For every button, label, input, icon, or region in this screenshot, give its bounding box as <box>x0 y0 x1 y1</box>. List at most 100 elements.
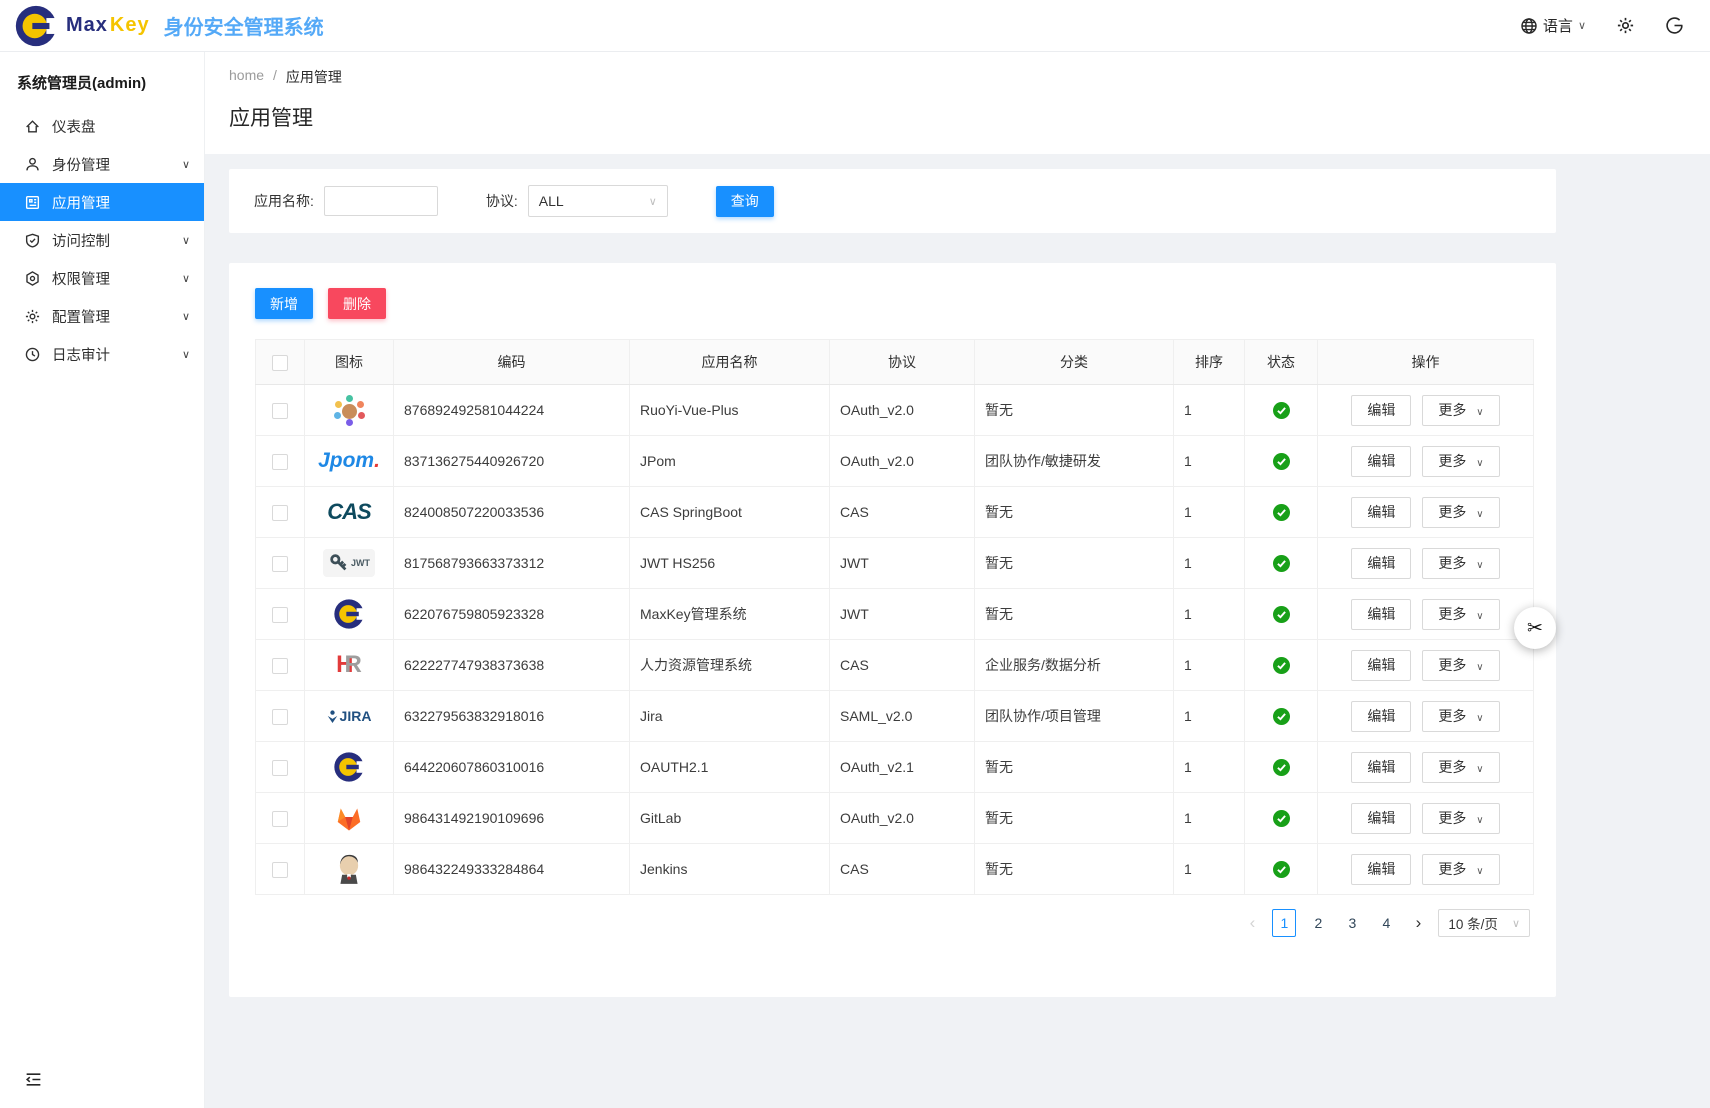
chevron-down-icon: ∨ <box>182 158 190 171</box>
app-code: 876892492581044224 <box>394 385 630 436</box>
select-all-header <box>256 340 305 385</box>
app-category: 暂无 <box>975 538 1174 589</box>
app-code: 622227747938373638 <box>394 640 630 691</box>
permission-icon <box>24 270 41 287</box>
row-checkbox[interactable] <box>272 811 288 827</box>
edit-button[interactable]: 编辑 <box>1351 803 1411 834</box>
page-3-button[interactable]: 3 <box>1340 909 1364 937</box>
edit-button[interactable]: 编辑 <box>1351 548 1411 579</box>
more-button[interactable]: 更多 ∨ <box>1422 599 1499 630</box>
row-checkbox[interactable] <box>272 454 288 470</box>
more-button[interactable]: 更多 ∨ <box>1422 752 1499 783</box>
column-header: 应用名称 <box>630 340 830 385</box>
menu-fold-icon <box>24 1070 43 1089</box>
edit-button[interactable]: 编辑 <box>1351 446 1411 477</box>
row-checkbox[interactable] <box>272 556 288 572</box>
app-protocol: OAuth_v2.0 <box>830 385 975 436</box>
app-protocol: OAuth_v2.0 <box>830 793 975 844</box>
logout-icon[interactable] <box>1665 16 1684 35</box>
page-1-button[interactable]: 1 <box>1272 909 1296 937</box>
row-checkbox[interactable] <box>272 709 288 725</box>
applications-table: 图标编码应用名称协议分类排序状态操作 876892492581044224Ruo… <box>255 339 1534 895</box>
row-checkbox[interactable] <box>272 505 288 521</box>
sidebar-item-6[interactable]: 日志审计∨ <box>0 335 204 373</box>
collapse-sidebar-button[interactable] <box>24 1070 43 1094</box>
brand-subtitle: 身份安全管理系统 <box>164 11 324 40</box>
ruoyi-logo-icon <box>305 385 393 435</box>
more-button[interactable]: 更多 ∨ <box>1422 701 1499 732</box>
brand-max: Max <box>66 14 108 37</box>
language-selector[interactable]: 语言 ∨ <box>1520 15 1586 36</box>
row-checkbox[interactable] <box>272 607 288 623</box>
chevron-down-icon: ∨ <box>649 195 657 208</box>
app-status <box>1245 538 1318 589</box>
more-button[interactable]: 更多 ∨ <box>1422 650 1499 681</box>
app-protocol: CAS <box>830 640 975 691</box>
table-row: JWT817568793663373312JWT HS256JWT暂无1编辑更多… <box>256 538 1534 589</box>
app-sort: 1 <box>1174 385 1245 436</box>
app-status <box>1245 589 1318 640</box>
app-name: Jira <box>630 691 830 742</box>
app-protocol: CAS <box>830 844 975 895</box>
more-button[interactable]: 更多 ∨ <box>1422 854 1499 885</box>
app-sort: 1 <box>1174 640 1245 691</box>
app-code: 622076759805923328 <box>394 589 630 640</box>
sidebar-item-1[interactable]: 身份管理∨ <box>0 145 204 183</box>
sidebar-item-0[interactable]: 仪表盘 <box>0 107 204 145</box>
globe-icon <box>1520 17 1538 35</box>
add-button[interactable]: 新增 <box>255 288 313 319</box>
edit-button[interactable]: 编辑 <box>1351 854 1411 885</box>
edit-button[interactable]: 编辑 <box>1351 599 1411 630</box>
edit-button[interactable]: 编辑 <box>1351 497 1411 528</box>
sidebar-item-2[interactable]: 应用管理 <box>0 183 204 221</box>
row-checkbox[interactable] <box>272 862 288 878</box>
app-code: 817568793663373312 <box>394 538 630 589</box>
row-checkbox[interactable] <box>272 658 288 674</box>
breadcrumb-home[interactable]: home <box>229 67 264 87</box>
row-checkbox[interactable] <box>272 760 288 776</box>
next-page-button[interactable]: › <box>1408 913 1428 933</box>
app-header: Max Key 身份安全管理系统 语言 ∨ <box>0 0 1710 52</box>
settings-icon <box>24 308 41 325</box>
sidebar-item-3[interactable]: 访问控制∨ <box>0 221 204 259</box>
edit-button[interactable]: 编辑 <box>1351 650 1411 681</box>
column-header: 编码 <box>394 340 630 385</box>
app-name-label: 应用名称: <box>254 191 314 211</box>
page-4-button[interactable]: 4 <box>1374 909 1398 937</box>
search-button[interactable]: 查询 <box>716 186 774 217</box>
edit-button[interactable]: 编辑 <box>1351 701 1411 732</box>
app-status <box>1245 691 1318 742</box>
page-size-select[interactable]: 10 条/页∨ <box>1438 909 1530 937</box>
sidebar-item-5[interactable]: 配置管理∨ <box>0 297 204 335</box>
prev-page-button[interactable]: ‹ <box>1242 913 1262 933</box>
app-name-input[interactable] <box>324 186 438 216</box>
edit-button[interactable]: 编辑 <box>1351 752 1411 783</box>
table-row: JIRA632279563832918016JiraSAML_v2.0团队协作/… <box>256 691 1534 742</box>
more-button[interactable]: 更多 ∨ <box>1422 548 1499 579</box>
more-button[interactable]: 更多 ∨ <box>1422 497 1499 528</box>
hr-logo-icon: HR <box>305 640 393 690</box>
sidebar-item-4[interactable]: 权限管理∨ <box>0 259 204 297</box>
chevron-down-icon: ∨ <box>1512 917 1520 930</box>
more-button[interactable]: 更多 ∨ <box>1422 395 1499 426</box>
more-button[interactable]: 更多 ∨ <box>1422 803 1499 834</box>
jenkins-logo-icon <box>305 844 393 894</box>
main-content: home / 应用管理 应用管理 应用名称: 协议: ALL ∨ 查询 新增 删… <box>205 52 1710 1108</box>
row-checkbox[interactable] <box>272 403 288 419</box>
app-sort: 1 <box>1174 742 1245 793</box>
floating-tool-button[interactable]: ✂ <box>1514 607 1556 649</box>
app-sort: 1 <box>1174 793 1245 844</box>
app-status <box>1245 385 1318 436</box>
app-category: 暂无 <box>975 589 1174 640</box>
select-all-checkbox[interactable] <box>272 355 288 371</box>
table-row: Jpom.837136275440926720JPomOAuth_v2.0团队协… <box>256 436 1534 487</box>
page-2-button[interactable]: 2 <box>1306 909 1330 937</box>
current-user: 系统管理员(admin) <box>0 52 204 107</box>
protocol-select[interactable]: ALL ∨ <box>528 185 668 217</box>
edit-button[interactable]: 编辑 <box>1351 395 1411 426</box>
appstore-icon <box>24 194 41 211</box>
settings-icon[interactable] <box>1616 16 1635 35</box>
delete-button[interactable]: 删除 <box>328 288 386 319</box>
more-button[interactable]: 更多 ∨ <box>1422 446 1499 477</box>
app-category: 暂无 <box>975 742 1174 793</box>
